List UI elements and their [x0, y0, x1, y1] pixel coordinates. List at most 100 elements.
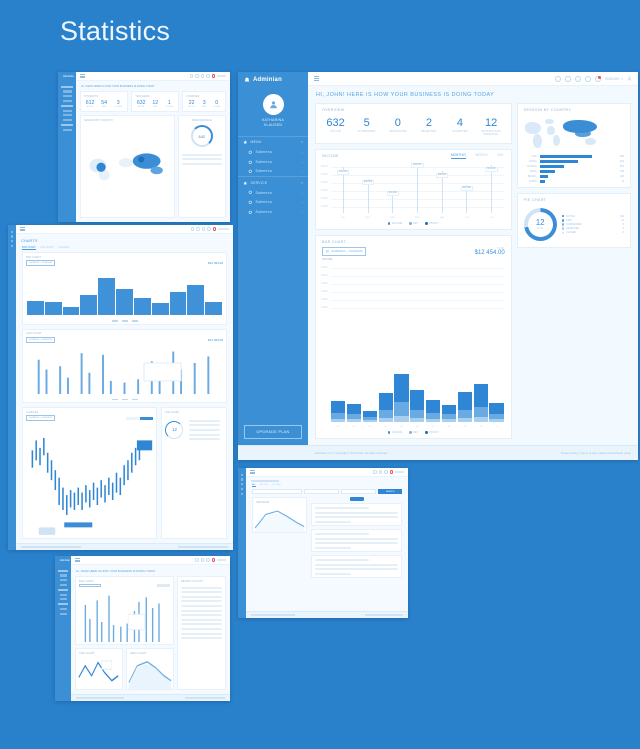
chart-toolbar[interactable]: [126, 416, 154, 420]
activity-icon[interactable]: [206, 558, 210, 562]
topbar-icons[interactable]: [195, 558, 226, 562]
date-range-picker[interactable]: 01/08/2019 — 01/09/2019: [26, 260, 56, 266]
footer-link-sales[interactable]: Sales and Refunds: [599, 451, 623, 455]
topbar-icons[interactable]: [373, 470, 404, 474]
income-tabs[interactable]: MONTHLY WEEKLY DAY: [444, 153, 511, 161]
chevron-right-icon: ›: [301, 159, 303, 164]
bell-icon[interactable]: [595, 75, 602, 82]
date-range-picker[interactable]: 01/08/2019 — 01/09/2019: [322, 246, 367, 257]
topbar-icons[interactable]: ENGLISH ▾: [555, 75, 632, 82]
search-icon[interactable]: [190, 74, 194, 78]
bar-chart-controls[interactable]: 01/08/2019 — 01/09/2019 TOTAL $12 454.00: [316, 246, 511, 258]
language-selector[interactable]: [217, 559, 226, 561]
gear-icon[interactable]: [565, 75, 572, 82]
bell-icon[interactable]: [211, 74, 215, 78]
sidebar-item-submenu-2[interactable]: Submenu ›: [238, 157, 308, 167]
search-button[interactable]: SEARCH: [378, 489, 403, 495]
gear-icon[interactable]: [200, 558, 205, 562]
sidebar-item-service-3[interactable]: Submenu ›: [238, 207, 308, 217]
filter-select[interactable]: [340, 489, 377, 495]
tab-day[interactable]: DAY: [497, 153, 503, 159]
thumbnail-topbar[interactable]: [16, 225, 233, 234]
footer-links[interactable]: Privacy Policy | Terms of Use | Sales an…: [561, 451, 638, 455]
upgrade-plan-button[interactable]: UPGRADE PLAN: [244, 425, 302, 439]
tab-active[interactable]: ACTIVE: [260, 484, 268, 487]
thumbnail-topbar[interactable]: [246, 468, 408, 477]
sidebar-item-submenu-1[interactable]: Submenu ›: [238, 147, 308, 157]
activity-icon[interactable]: [200, 74, 205, 78]
tab-all[interactable]: ALL: [252, 484, 256, 488]
thumbnail-sidebar-collapsed[interactable]: [238, 468, 246, 618]
sidebar-group-service[interactable]: SERVICE ▾: [238, 176, 308, 187]
date-range-picker[interactable]: 01/08/2019 — 01/09/2019: [26, 336, 56, 343]
footer-link-help[interactable]: Help: [625, 451, 631, 455]
hamburger-icon[interactable]: [80, 73, 85, 79]
activity-list[interactable]: [178, 586, 225, 640]
date-range-picker[interactable]: 01/08/2019 — 01/09/2019: [26, 415, 56, 422]
thumbnail-nav[interactable]: [55, 564, 71, 615]
tab-monthly[interactable]: MONTHLY: [450, 153, 467, 159]
language-selector[interactable]: [395, 471, 404, 473]
sidebar[interactable]: Adminian KATHARINA KLAUSEN MENU ▾ Submen…: [238, 72, 308, 445]
thumbnail-sidebar[interactable]: Adminian: [58, 72, 76, 222]
hamburger-icon[interactable]: [250, 469, 255, 475]
main-dashboard-window[interactable]: Adminian KATHARINA KLAUSEN MENU ▾ Submen…: [238, 72, 638, 460]
hamburger-icon[interactable]: [20, 226, 25, 232]
search-icon[interactable]: [191, 227, 195, 231]
camera-icon[interactable]: [585, 75, 592, 82]
sidebar-item-submenu-3[interactable]: Submenu ›: [238, 167, 308, 177]
user-icon[interactable]: [627, 76, 632, 81]
camera-icon[interactable]: [206, 74, 210, 78]
footer-link-privacy[interactable]: Privacy Policy: [561, 451, 578, 455]
search-icon[interactable]: [555, 75, 562, 82]
bell-icon[interactable]: [389, 470, 393, 474]
topbar[interactable]: ENGLISH ▾: [308, 72, 638, 86]
user-profile[interactable]: KATHARINA KLAUSEN: [238, 88, 308, 136]
activity-icon[interactable]: [201, 227, 206, 231]
date-range-picker[interactable]: [79, 584, 101, 587]
language-selector[interactable]: [217, 75, 226, 77]
tab-bar-chart[interactable]: BAR CHART: [22, 246, 36, 250]
sidebar-item-service-1[interactable]: Submenu ›: [238, 188, 308, 198]
analytics-page-thumbnail[interactable]: Adminian HI, JOHN! HERE IS HOW YOUR BUSI…: [55, 556, 230, 701]
activity-icon[interactable]: [575, 75, 582, 82]
bell-icon[interactable]: [212, 227, 216, 231]
thumbnail-footer: [71, 694, 230, 701]
footer-link-terms[interactable]: Terms of Use: [581, 451, 597, 455]
bell-icon[interactable]: [211, 558, 215, 562]
filter-select[interactable]: [303, 489, 339, 495]
hamburger-icon[interactable]: [75, 557, 80, 563]
language-selector[interactable]: [218, 228, 229, 230]
topbar-icons[interactable]: [191, 227, 229, 231]
income-chart: 80000 60000 40000 30000 20000 10000 $42,000…: [321, 163, 506, 219]
charts-page-thumbnail[interactable]: CHARTS BAR CHART LINE CHART CANDLES BAR …: [8, 225, 233, 550]
thumbnail-topbar[interactable]: [76, 72, 230, 81]
thumbnail-nav[interactable]: [58, 80, 76, 131]
sidebar-group-menu[interactable]: MENU ▾: [238, 135, 308, 147]
gear-icon[interactable]: [195, 74, 199, 78]
activity-icon[interactable]: [384, 470, 388, 474]
thumbnail-topbar[interactable]: [71, 556, 230, 565]
nav-group-menu[interactable]: MENU ▾ Submenu › Submenu › Submenu › SER…: [238, 135, 308, 217]
tab-weekly[interactable]: WEEKLY: [475, 153, 488, 159]
tab-closed[interactable]: CLOSED: [272, 484, 281, 487]
search-icon[interactable]: [195, 558, 199, 562]
dashboard-overview-thumbnail[interactable]: Adminian HI, JOHN! HERE IS HOW YOUR BUSI…: [58, 72, 230, 222]
language-selector[interactable]: ENGLISH ▾: [605, 77, 623, 81]
results-list[interactable]: [311, 497, 402, 607]
hamburger-icon[interactable]: [314, 75, 319, 81]
brand-logo[interactable]: Adminian: [238, 72, 308, 88]
sidebar-item-service-2[interactable]: Submenu ›: [238, 198, 308, 208]
search-icon[interactable]: [373, 470, 377, 474]
camera-icon[interactable]: [207, 227, 211, 231]
thumbnail-sidebar[interactable]: Adminian: [55, 556, 71, 701]
thumbnail-sidebar-collapsed[interactable]: [8, 225, 16, 550]
filter-input[interactable]: [252, 489, 302, 495]
gear-icon[interactable]: [378, 470, 383, 474]
tab-line-chart[interactable]: LINE CHART: [40, 246, 54, 250]
tab-candles[interactable]: CANDLES: [58, 246, 69, 250]
gear-icon[interactable]: [196, 227, 200, 231]
filter-bar[interactable]: SEARCH: [246, 489, 408, 497]
search-list-page-thumbnail[interactable]: ALL ACTIVE CLOSED SEARCH SESSIONS: [238, 468, 408, 618]
topbar-icons[interactable]: [190, 74, 226, 78]
